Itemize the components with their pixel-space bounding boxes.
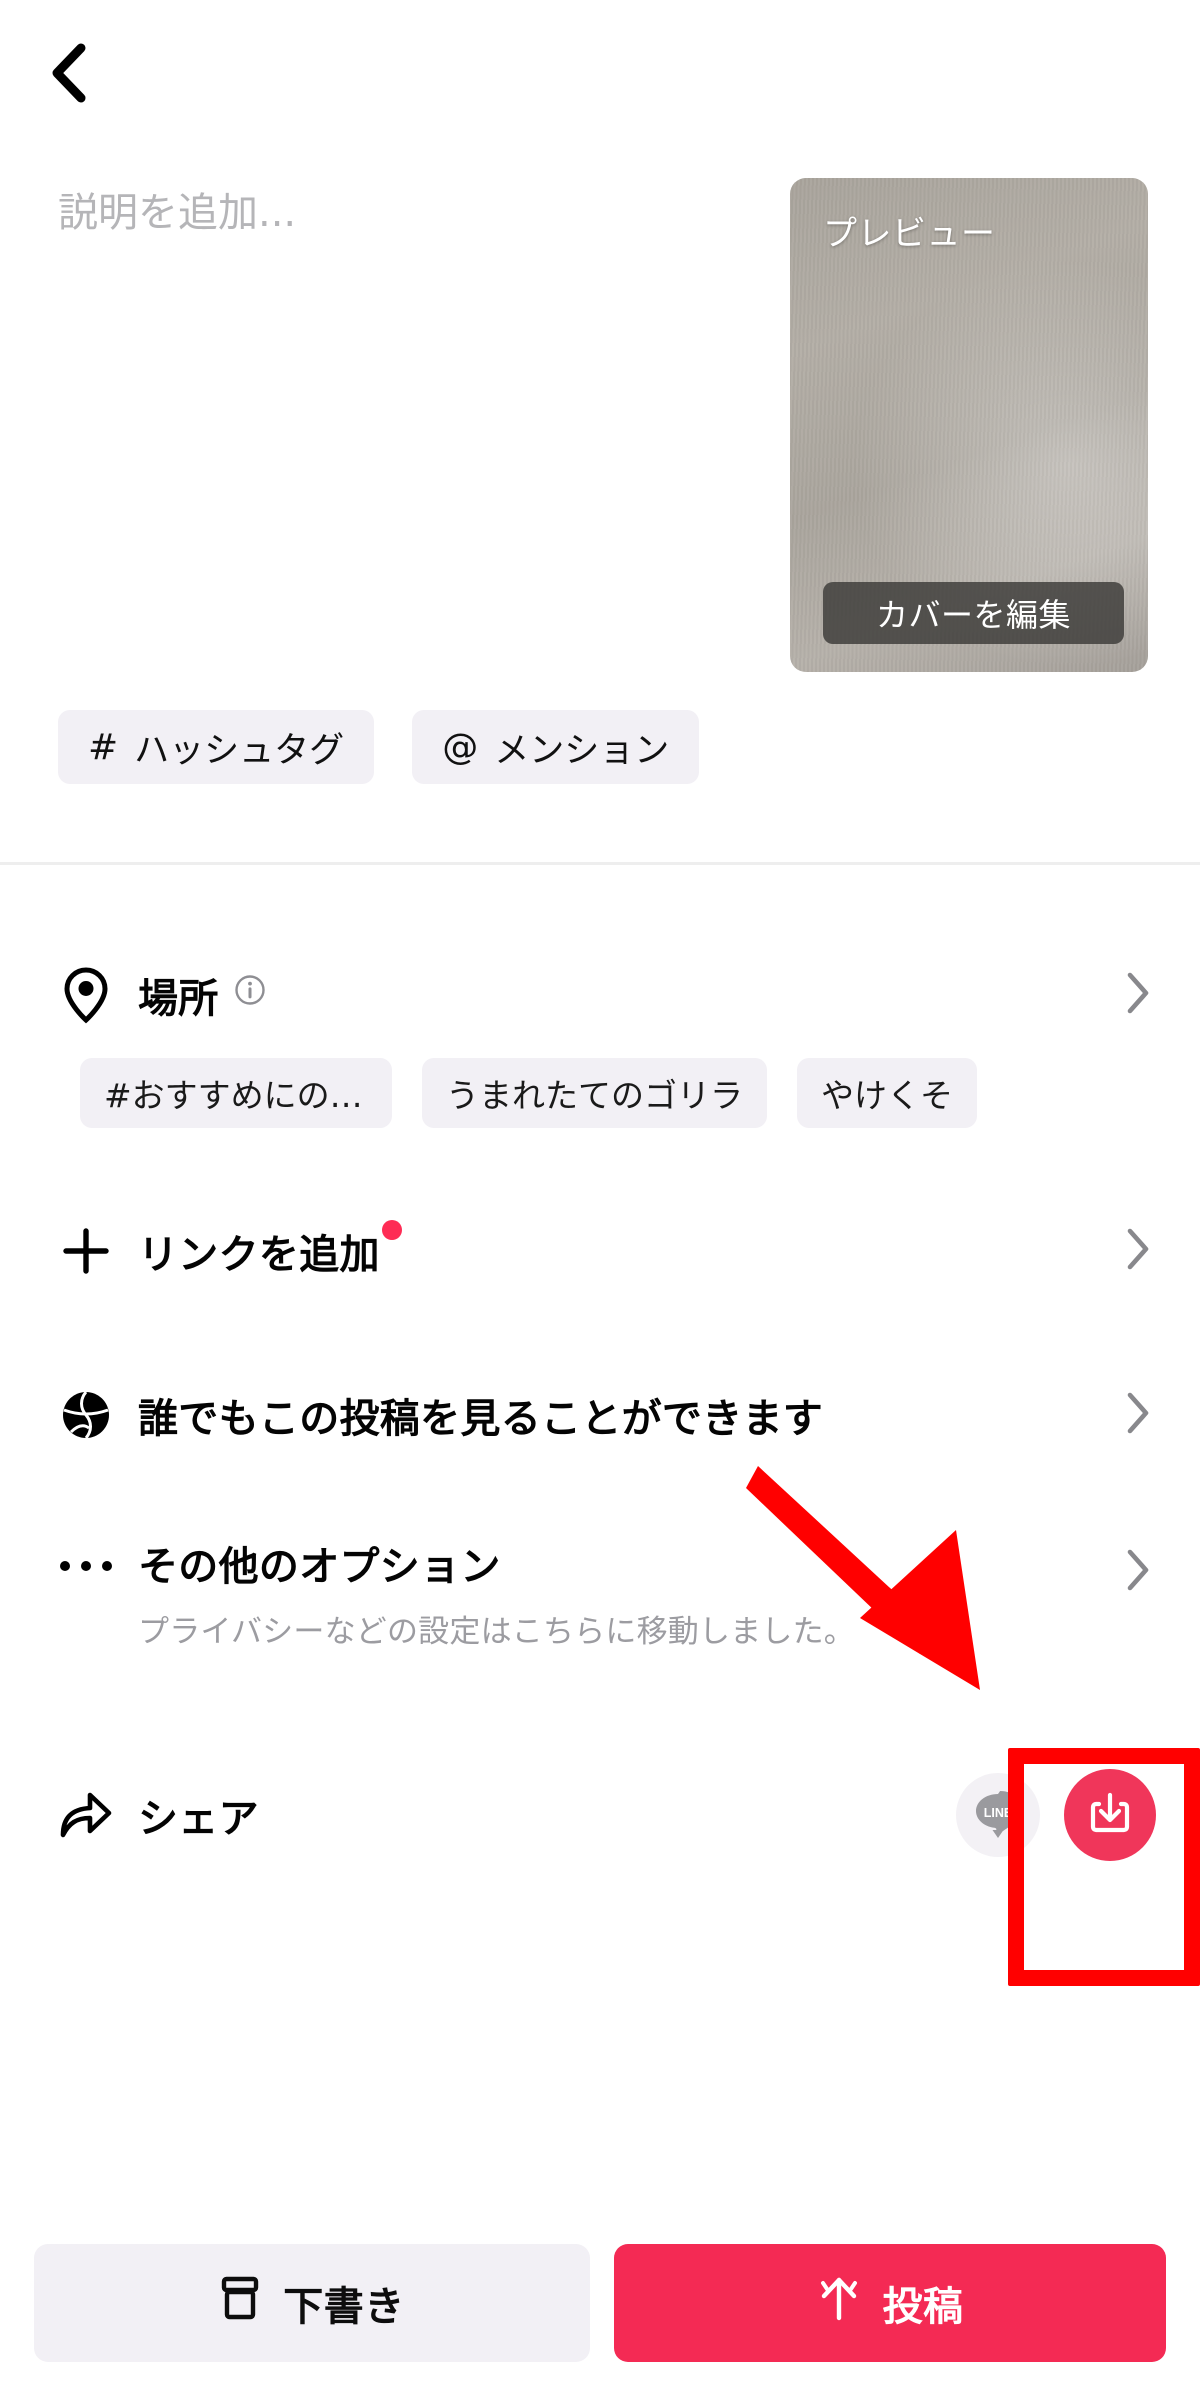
hashtag-icon: # [88, 726, 119, 768]
globe-icon [34, 1383, 138, 1447]
share-row[interactable]: シェア LINE [0, 1760, 1200, 1870]
location-suggestion-row: #おすすめにのりた… うまれたてのゴリラ やけくそ [80, 1058, 1200, 1128]
upload-icon [817, 2274, 861, 2332]
more-options-subtitle: プライバシーなどの設定はこちらに移動しました。 [138, 1614, 855, 1650]
more-options-chevron[interactable] [1098, 1548, 1178, 1597]
privacy-title: 誰でもこの投稿を見ることができます [138, 1396, 824, 1442]
chevron-right-icon [1125, 971, 1151, 1020]
add-link-main: リンクを追加 [138, 1220, 1098, 1280]
preview-label: プレビュー [823, 214, 996, 254]
caption-placeholder: 説明を追加... [58, 190, 297, 236]
location-title: 場所 [138, 976, 219, 1022]
mention-icon: @ [442, 726, 479, 768]
privacy-row[interactable]: 誰でもこの投稿を見ることができます [0, 1360, 1200, 1470]
privacy-main: 誰でもこの投稿を見ることができます [138, 1386, 1098, 1444]
more-options-main: その他のオプション プライバシーなどの設定はこちらに移動しました。 [138, 1534, 1098, 1651]
caption-input[interactable]: 説明を追加... [58, 186, 708, 486]
post-button[interactable]: 投稿 [614, 2244, 1166, 2362]
hashtag-label: ハッシュタグ [134, 730, 345, 771]
share-arrow-icon [34, 1783, 138, 1847]
mention-label: メンション [494, 730, 670, 771]
location-chip-label: やけくそ [821, 1076, 953, 1115]
add-link-chevron[interactable] [1098, 1227, 1178, 1276]
tag-button-row: # ハッシュタグ @ メンション [58, 710, 700, 784]
share-main: シェア [138, 1786, 956, 1844]
chevron-right-icon [1125, 1227, 1151, 1276]
chevron-left-icon [47, 42, 91, 104]
hashtag-button[interactable]: # ハッシュタグ [58, 710, 375, 784]
share-icon-group: LINE [956, 1769, 1156, 1861]
add-link-title: リンクを追加 [138, 1232, 380, 1278]
location-chip-label: #おすすめにのりた… [104, 1076, 368, 1115]
location-chip[interactable]: #おすすめにのりた… [80, 1058, 392, 1128]
share-title: シェア [138, 1796, 259, 1842]
location-chip[interactable]: うまれたてのゴリラ [422, 1058, 767, 1128]
video-thumbnail[interactable]: プレビュー カバーを編集 [790, 178, 1148, 672]
svg-text:LINE: LINE [984, 1806, 1012, 1820]
add-link-row[interactable]: リンクを追加 [0, 1196, 1200, 1306]
save-download-icon [1083, 1786, 1137, 1845]
section-divider [0, 862, 1200, 865]
location-chip[interactable]: やけくそ [797, 1058, 977, 1128]
line-app-icon[interactable]: LINE [956, 1773, 1040, 1857]
post-label: 投稿 [882, 2284, 964, 2330]
red-dot-badge [381, 1220, 402, 1240]
location-pin-icon [34, 963, 138, 1027]
chevron-right-icon [1125, 1548, 1151, 1597]
info-circle-icon[interactable] [233, 973, 267, 1007]
chevron-right-icon [1125, 1391, 1151, 1440]
save-download-button[interactable] [1064, 1769, 1156, 1861]
edit-cover-button[interactable]: カバーを編集 [823, 582, 1124, 644]
location-main: 場所 [138, 966, 1098, 1024]
privacy-chevron[interactable] [1098, 1391, 1178, 1440]
add-link-title-wrap: リンクを追加 [138, 1220, 1098, 1280]
save-draft-button[interactable]: 下書き [34, 2244, 590, 2362]
location-row[interactable]: 場所 [0, 940, 1200, 1050]
save-draft-label: 下書き [283, 2284, 405, 2330]
location-chevron[interactable] [1098, 971, 1178, 1020]
bottom-action-bar: 下書き 投稿 [0, 2214, 1200, 2392]
more-options-title: その他のオプション [138, 1544, 501, 1590]
mention-button[interactable]: @ メンション [412, 710, 700, 784]
plus-icon [34, 1219, 138, 1283]
more-options-row[interactable]: その他のオプション プライバシーなどの設定はこちらに移動しました。 [0, 1518, 1200, 1668]
ellipsis-icon [34, 1534, 138, 1598]
location-title-wrap: 場所 [138, 966, 1098, 1024]
post-creation-screen: 説明を追加... プレビュー カバーを編集 # ハッシュタグ @ メンション 場… [0, 0, 1200, 2392]
archive-box-icon [219, 2275, 261, 2331]
back-button[interactable] [34, 38, 104, 108]
location-chip-label: うまれたてのゴリラ [446, 1076, 743, 1115]
